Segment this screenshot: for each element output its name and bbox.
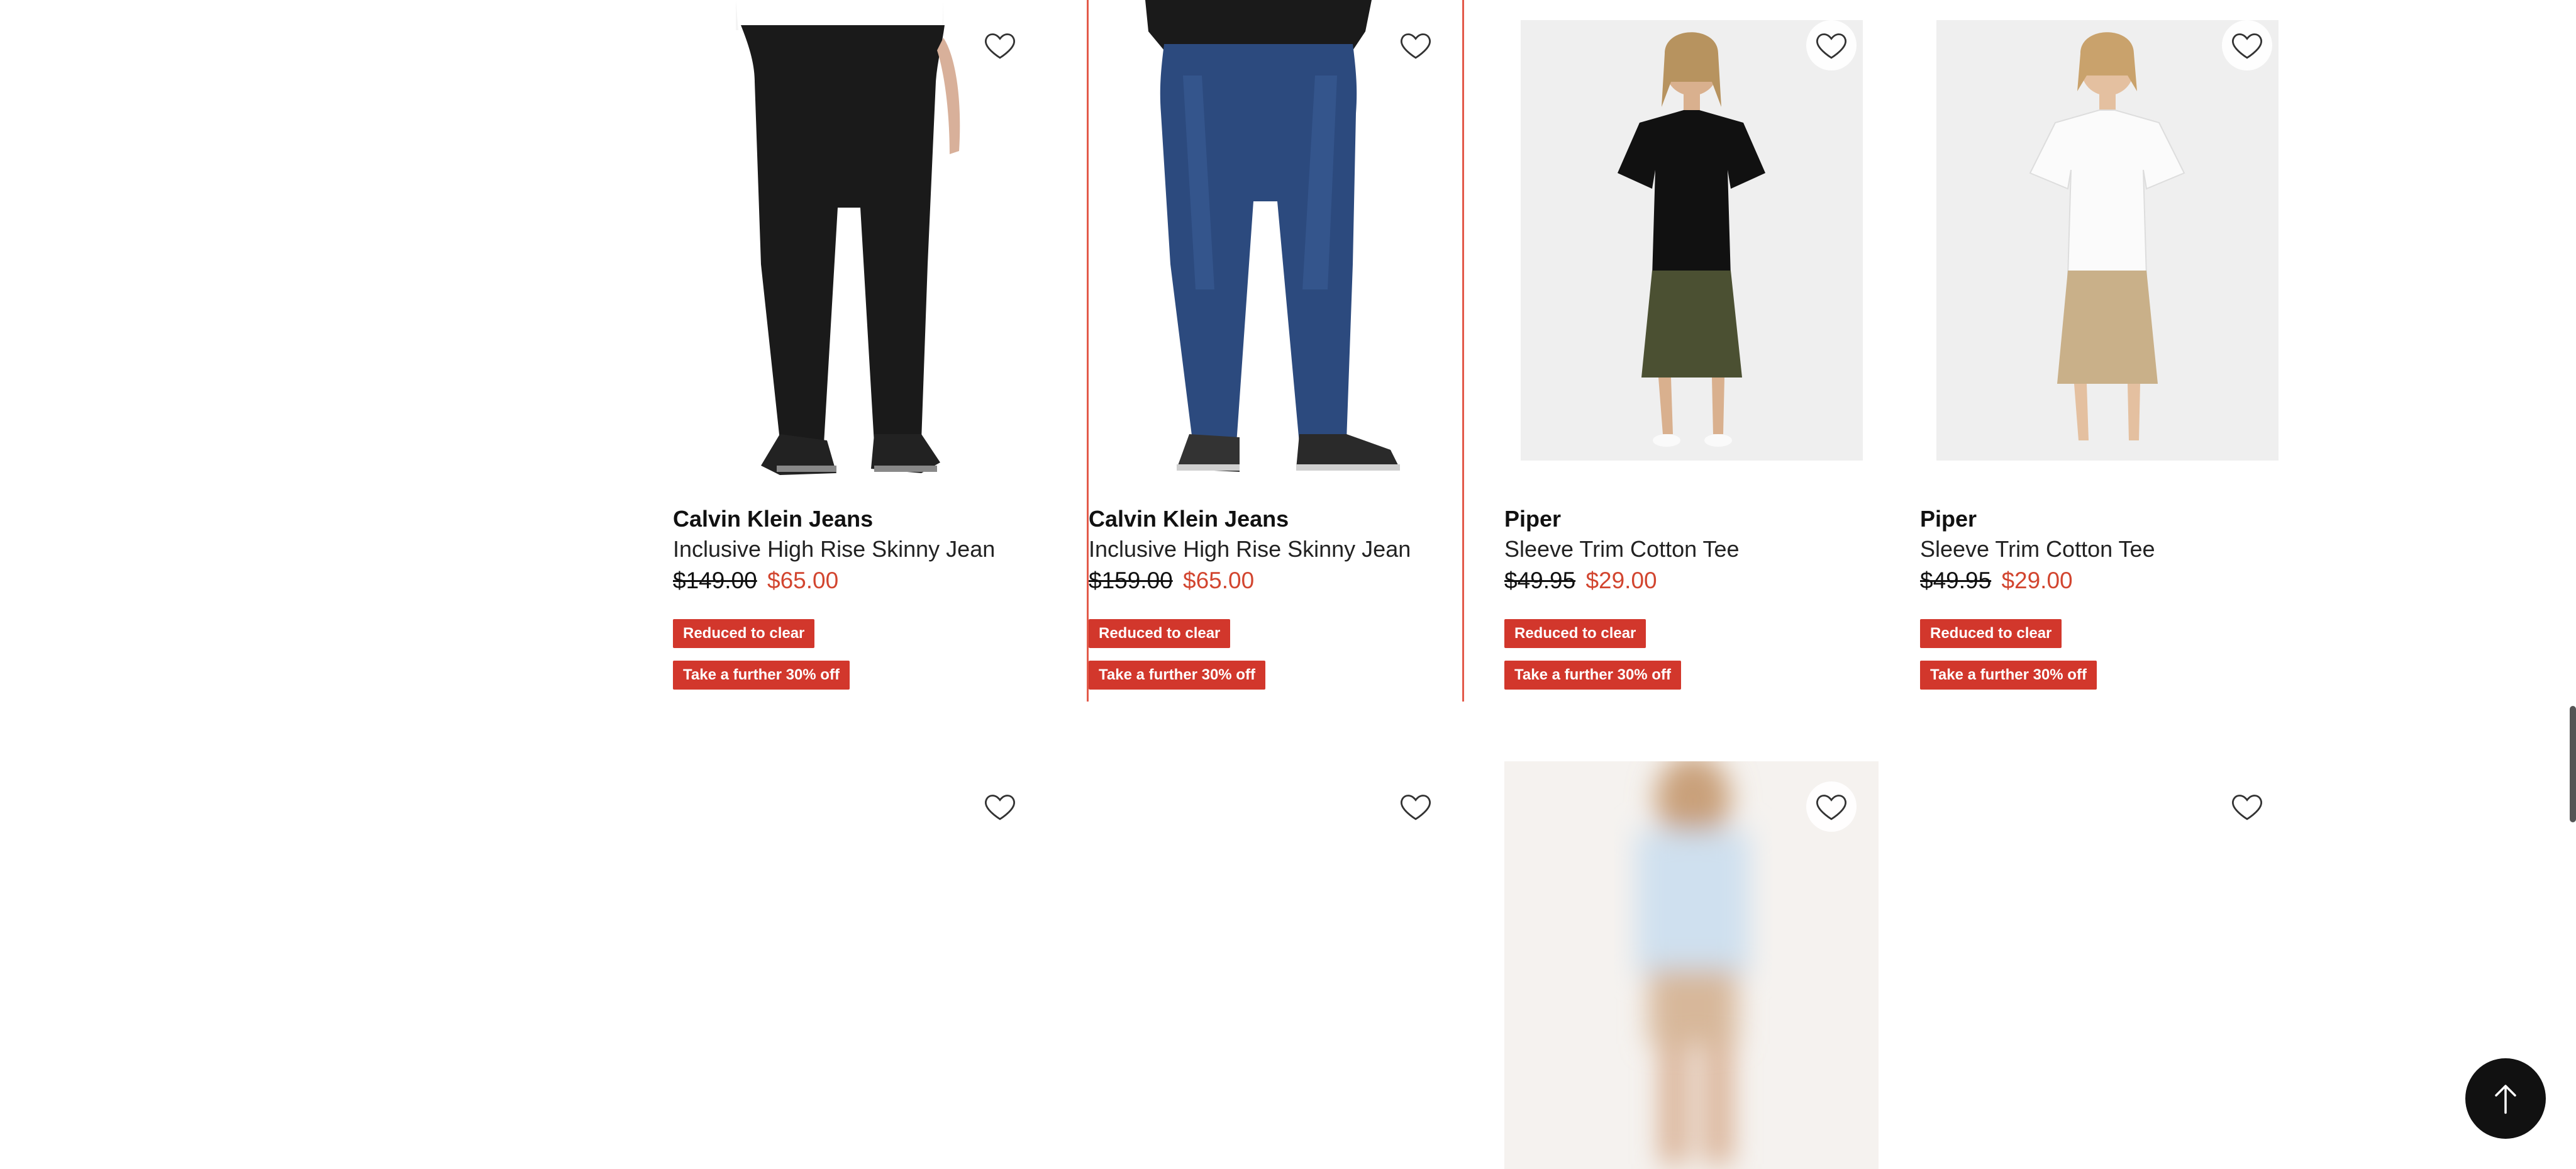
product-card[interactable]: Calvin Klein Jeans Inclusive High Rise S… <box>673 0 1047 702</box>
further-off-badge: Take a further 30% off <box>1920 661 2097 690</box>
product-image[interactable] <box>1504 0 1879 478</box>
wishlist-heart-icon[interactable] <box>1806 781 1857 832</box>
wishlist-heart-icon[interactable] <box>1391 781 1441 832</box>
product-brand[interactable]: Piper <box>1504 506 1561 532</box>
reduced-badge: Reduced to clear <box>1089 619 1231 648</box>
product-price: $149.00 $65.00 <box>673 568 838 594</box>
sale-price: $29.00 <box>1585 568 1657 593</box>
product-name[interactable]: Sleeve Trim Cotton Tee <box>1920 536 2155 562</box>
product-card[interactable] <box>1504 761 1879 1169</box>
wishlist-heart-icon[interactable] <box>2222 20 2272 70</box>
product-brand[interactable]: Calvin Klein Jeans <box>673 506 873 532</box>
wishlist-heart-icon[interactable] <box>1806 20 1857 70</box>
wishlist-heart-icon[interactable] <box>975 20 1025 70</box>
further-off-badge: Take a further 30% off <box>673 661 850 690</box>
back-to-top-button[interactable] <box>2465 1058 2546 1139</box>
product-card[interactable]: Calvin Klein Jeans Inclusive High Rise S… <box>1087 0 1464 702</box>
further-off-badge: Take a further 30% off <box>1089 661 1265 690</box>
further-off-badge: Take a further 30% off <box>1504 661 1681 690</box>
product-image[interactable] <box>673 0 1047 478</box>
product-card[interactable]: Piper Sleeve Trim Cotton Tee $49.95 $29.… <box>1504 0 1879 702</box>
reduced-badge: Reduced to clear <box>1920 619 2062 648</box>
product-price: $159.00 $65.00 <box>1089 568 1254 594</box>
product-image[interactable] <box>1920 0 2294 478</box>
original-price: $49.95 <box>1920 568 1992 593</box>
product-brand[interactable]: Piper <box>1920 506 1977 532</box>
product-name[interactable]: Sleeve Trim Cotton Tee <box>1504 536 1740 562</box>
product-card[interactable] <box>673 761 1047 1169</box>
product-price: $49.95 $29.00 <box>1920 568 2073 594</box>
product-name[interactable]: Inclusive High Rise Skinny Jean <box>1089 536 1411 562</box>
reduced-badge: Reduced to clear <box>673 619 815 648</box>
product-brand[interactable]: Calvin Klein Jeans <box>1089 506 1289 532</box>
wishlist-heart-icon[interactable] <box>1391 20 1441 70</box>
sale-price: $65.00 <box>767 568 839 593</box>
scrollbar-thumb[interactable] <box>2570 706 2576 822</box>
sale-price: $65.00 <box>1183 568 1255 593</box>
original-price: $49.95 <box>1504 568 1576 593</box>
wishlist-heart-icon[interactable] <box>2222 781 2272 832</box>
product-card[interactable] <box>1089 761 1463 1169</box>
arrow-up-icon <box>2495 1085 2516 1114</box>
product-card[interactable]: Piper Sleeve Trim Cotton Tee $49.95 $29.… <box>1920 0 2294 702</box>
reduced-badge: Reduced to clear <box>1504 619 1646 648</box>
original-price: $159.00 <box>1089 568 1173 593</box>
product-price: $49.95 $29.00 <box>1504 568 1657 594</box>
wishlist-heart-icon[interactable] <box>975 781 1025 832</box>
product-card[interactable] <box>1920 761 2294 1169</box>
original-price: $149.00 <box>673 568 757 593</box>
product-image[interactable] <box>1089 0 1463 478</box>
sale-price: $29.00 <box>2001 568 2073 593</box>
product-name[interactable]: Inclusive High Rise Skinny Jean <box>673 536 995 562</box>
